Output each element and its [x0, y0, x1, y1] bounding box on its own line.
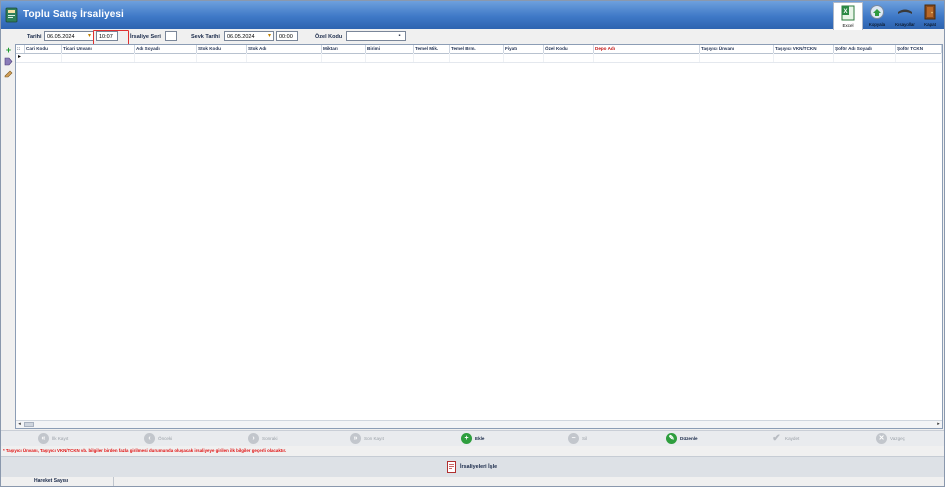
col-sofor-adi[interactable]: Şoför Adı Soyadı: [834, 45, 896, 53]
excel-label: Excel: [842, 23, 854, 28]
close-label: Kapat: [924, 22, 936, 27]
cell-miktari[interactable]: [322, 53, 366, 62]
window-title: Toplu Satış İrsaliyesi: [23, 9, 124, 20]
cell-tasiyici-unvani[interactable]: [700, 53, 774, 62]
shortcuts-icon: [898, 9, 912, 14]
cell-tasiyici-vkn[interactable]: [774, 53, 834, 62]
delete-label: Sil: [582, 436, 588, 441]
irsaliye-seri-input[interactable]: [165, 31, 177, 41]
col-ticari-unvani[interactable]: Ticari Unvanı: [62, 45, 135, 53]
add-row-icon[interactable]: +: [4, 46, 13, 55]
next-icon: ›: [248, 433, 259, 444]
close-door-icon: [924, 4, 936, 20]
last-record-icon: »: [350, 433, 361, 444]
copy-button[interactable]: Kopyala: [863, 2, 891, 29]
tarih-label: Tarihi: [27, 34, 42, 40]
process-bar: İrsaliyeleri İşle: [1, 456, 944, 478]
cell-ozel-kodu[interactable]: [544, 53, 594, 62]
first-record-label: İlk Kayıt: [52, 436, 69, 441]
document-icon: [447, 461, 456, 473]
record-navigator: « İlk Kayıt ‹ Önceki › Sonraki » Son Kay…: [1, 430, 944, 446]
first-record-icon: «: [38, 433, 49, 444]
title-bar: Toplu Satış İrsaliyesi X Excel Kopyala K…: [1, 1, 944, 31]
status-bar: Hareket Sayısı: [1, 477, 944, 486]
row-pointer-icon: ▸: [18, 54, 22, 60]
add-icon: +: [461, 433, 472, 444]
scroll-thumb[interactable]: [24, 422, 34, 427]
col-sofor-tckn[interactable]: Şoför TCKN: [896, 45, 942, 53]
cancel-icon: ✕: [876, 433, 887, 444]
process-invoices-label: İrsaliyeleri İşle: [460, 464, 498, 470]
cell-ticari-unvani[interactable]: [62, 53, 135, 62]
shortcuts-button[interactable]: Kısayollar: [891, 2, 919, 29]
cell-stok-adi[interactable]: [247, 53, 322, 62]
sevk-saat-input[interactable]: 00:00: [276, 31, 298, 41]
eraser-icon[interactable]: [4, 69, 13, 78]
cell-temel-mik[interactable]: [414, 53, 450, 62]
table-row[interactable]: ▸: [16, 53, 942, 63]
col-adi-soyadi[interactable]: Adı Soyadı: [135, 45, 197, 53]
col-tasiyici-vkn[interactable]: Taşıyıcı VKN/TCKN: [774, 45, 834, 53]
warning-text: * Taşıyıcı Ünvanı, Taşıyıcı VKN/TCKN vb.…: [3, 448, 287, 453]
copy-icon: [870, 5, 884, 19]
col-miktari[interactable]: Miktarı: [322, 45, 366, 53]
excel-button[interactable]: X Excel: [833, 2, 863, 31]
previous-icon: ‹: [144, 433, 155, 444]
previous-label: Önceki: [158, 436, 173, 441]
sevk-calendar-icon[interactable]: ▾: [266, 32, 273, 40]
col-temel-mik[interactable]: Temel Mik.: [414, 45, 450, 53]
scroll-left-icon[interactable]: ◂: [16, 421, 23, 428]
excel-icon: X: [841, 5, 855, 21]
horizontal-scrollbar[interactable]: ◂ ▸: [16, 420, 942, 428]
edit-label: Düzenle: [680, 436, 698, 441]
cell-adi-soyadi[interactable]: [135, 53, 197, 62]
save-check-icon: ✔: [772, 433, 781, 444]
cell-temel-brm[interactable]: [450, 53, 504, 62]
next-label: Sonraki: [262, 436, 278, 441]
saat-highlight-box: [93, 30, 129, 45]
movement-count-label: Hareket Sayısı: [34, 478, 69, 484]
grid-header-selector[interactable]: ::: [16, 45, 25, 53]
cell-depo-adi[interactable]: [594, 53, 700, 62]
status-separator: [113, 477, 114, 486]
col-tasiyici-unvani[interactable]: Taşıyıcı Ünvanı: [700, 45, 774, 53]
shortcuts-label: Kısayollar: [895, 22, 915, 27]
last-record-label: Son Kayıt: [364, 436, 384, 441]
col-temel-brm[interactable]: Temel Brm.: [450, 45, 504, 53]
ozel-kodu-label: Özel Kodu: [315, 34, 343, 40]
irsaliye-seri-label: İrsaliye Seri: [130, 34, 161, 40]
col-stok-adi[interactable]: Stok Adı: [247, 45, 322, 53]
col-ozel-kodu[interactable]: Özel Kodu: [544, 45, 594, 53]
ozel-kodu-lookup-icon[interactable]: ▪: [396, 32, 403, 40]
cell-sofor-adi[interactable]: [834, 53, 896, 62]
data-grid[interactable]: :: Cari Kodu Ticari Unvanı Adı Soyadı St…: [15, 44, 943, 429]
save-label: Kaydet: [785, 436, 800, 441]
col-birimi[interactable]: Birimi: [366, 45, 414, 53]
cell-birimi[interactable]: [366, 53, 414, 62]
scroll-right-icon[interactable]: ▸: [935, 421, 942, 428]
app-book-icon: [5, 7, 18, 23]
col-stok-kodu[interactable]: Stok Kodu: [197, 45, 247, 53]
tag-icon[interactable]: [4, 57, 13, 66]
cell-stok-kodu[interactable]: [197, 53, 247, 62]
left-toolbar: +: [1, 44, 15, 429]
col-fiyati[interactable]: Fiyatı: [504, 45, 544, 53]
add-label: Ekle: [475, 436, 485, 441]
delete-icon: −: [568, 433, 579, 444]
cell-cari-kodu[interactable]: [25, 53, 62, 62]
cancel-label: Vazgeç: [890, 436, 905, 441]
filter-bar: Tarihi 06.05.2024 ▾ 10:07 İrsaliye Seri …: [1, 30, 944, 44]
col-cari-kodu[interactable]: Cari Kodu: [25, 45, 62, 53]
col-depo-adi[interactable]: Depo Adı: [594, 45, 700, 53]
tarih-calendar-icon[interactable]: ▾: [86, 32, 93, 40]
svg-text:X: X: [843, 9, 847, 15]
edit-icon: ✎: [666, 433, 677, 444]
copy-label: Kopyala: [868, 22, 886, 27]
cell-sofor-tckn[interactable]: [896, 53, 942, 62]
sevk-tarihi-label: Sevk Tarihi: [191, 34, 220, 40]
cell-fiyati[interactable]: [504, 53, 544, 62]
close-button[interactable]: Kapat: [916, 2, 944, 29]
